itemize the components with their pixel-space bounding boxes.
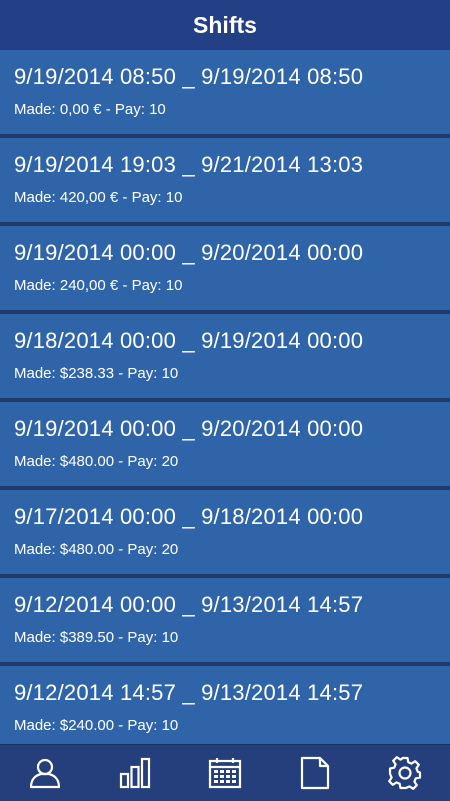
tab-profile[interactable]	[0, 745, 90, 801]
shift-earnings: Made: $389.50 - Pay: 10	[14, 629, 179, 646]
shift-row[interactable]: 9/19/2014 00:00 _ 9/20/2014 00:00 Made: …	[0, 226, 450, 313]
shift-row[interactable]: 9/18/2014 00:00 _ 9/19/2014 00:00 Made: …	[0, 314, 450, 401]
shift-earnings: Made: 0,00 € - Pay: 10	[14, 101, 166, 118]
shift-date-range: 9/19/2014 00:00 _ 9/20/2014 00:00	[14, 240, 364, 265]
shift-date-range: 9/12/2014 14:57 _ 9/13/2014 14:57	[14, 680, 364, 705]
shift-row[interactable]: 9/19/2014 00:00 _ 9/20/2014 00:00 Made: …	[0, 402, 450, 489]
shift-row[interactable]: 9/19/2014 08:50 _ 9/19/2014 08:50 Made: …	[0, 50, 450, 137]
shift-earnings: Made: $480.00 - Pay: 20	[14, 453, 179, 470]
calendar-icon	[208, 758, 242, 789]
shift-row[interactable]: 9/12/2014 14:57 _ 9/13/2014 14:57 Made: …	[0, 666, 450, 744]
shift-date-range: 9/19/2014 08:50 _ 9/19/2014 08:50	[14, 64, 364, 89]
shift-list[interactable]: 9/19/2014 08:50 _ 9/19/2014 08:50 Made: …	[0, 50, 450, 744]
shift-earnings: Made: $238.33 - Pay: 10	[14, 365, 179, 382]
tab-settings[interactable]	[360, 745, 450, 801]
shift-date-range: 9/19/2014 00:00 _ 9/20/2014 00:00	[14, 416, 364, 441]
shift-date-range: 9/19/2014 19:03 _ 9/21/2014 13:03	[14, 152, 364, 177]
app-header: Shifts	[0, 0, 450, 50]
tab-statistics[interactable]	[90, 745, 180, 801]
shift-date-range: 9/12/2014 00:00 _ 9/13/2014 14:57	[14, 592, 364, 617]
bottom-tab-bar	[0, 744, 450, 801]
profile-icon	[29, 758, 61, 789]
shift-earnings: Made: $240.00 - Pay: 10	[14, 717, 179, 734]
gear-icon	[388, 756, 422, 790]
shift-date-range: 9/18/2014 00:00 _ 9/19/2014 00:00	[14, 328, 364, 353]
shift-row[interactable]: 9/17/2014 00:00 _ 9/18/2014 00:00 Made: …	[0, 490, 450, 577]
shift-row[interactable]: 9/19/2014 19:03 _ 9/21/2014 13:03 Made: …	[0, 138, 450, 225]
page-title: Shifts	[193, 11, 257, 38]
shift-earnings: Made: 420,00 € - Pay: 10	[14, 189, 183, 206]
shift-row[interactable]: 9/12/2014 00:00 _ 9/13/2014 14:57 Made: …	[0, 578, 450, 665]
shift-earnings: Made: 240,00 € - Pay: 10	[14, 277, 183, 294]
tab-reports[interactable]	[270, 745, 360, 801]
document-icon	[300, 756, 330, 790]
tab-calendar[interactable]	[180, 745, 270, 801]
shift-date-range: 9/17/2014 00:00 _ 9/18/2014 00:00	[14, 504, 364, 529]
bar-chart-icon	[119, 757, 151, 789]
shift-earnings: Made: $480.00 - Pay: 20	[14, 541, 179, 558]
